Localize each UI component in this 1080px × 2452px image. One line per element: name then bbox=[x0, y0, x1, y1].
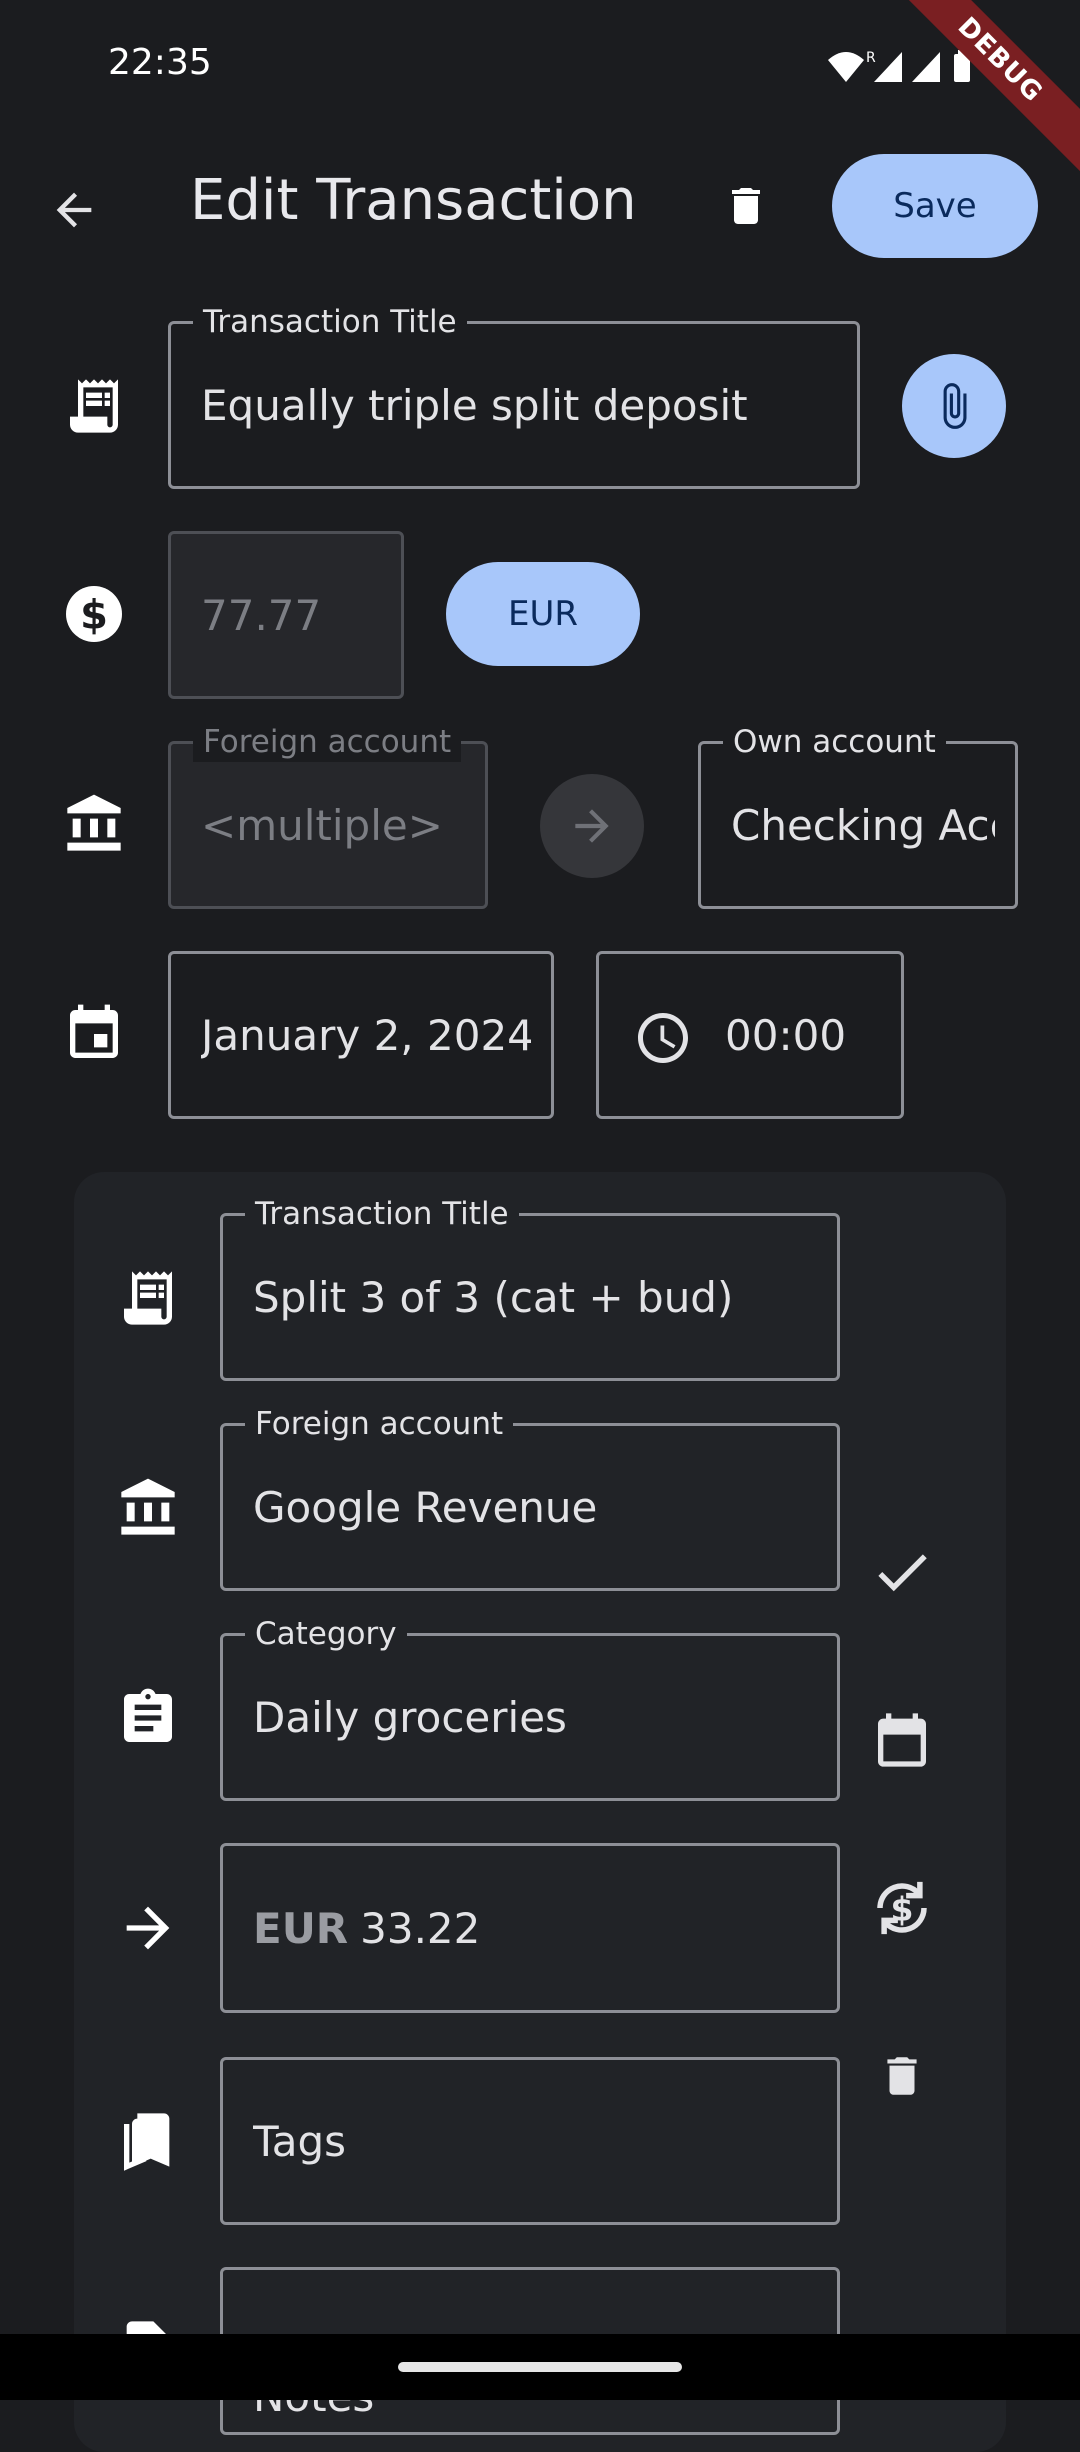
trash-icon bbox=[732, 188, 760, 224]
bank-icon bbox=[67, 794, 121, 851]
foreign-account-field[interactable]: Foreign account <multiple> bbox=[168, 722, 488, 909]
checkmark-icon bbox=[878, 1554, 927, 1592]
reconcile-button[interactable] bbox=[862, 1532, 942, 1612]
time-field[interactable]: 00:00 bbox=[596, 951, 904, 1119]
split-foreign-account-field[interactable]: Foreign account Google Revenue bbox=[220, 1404, 840, 1591]
foreign-account-value: <multiple> bbox=[201, 800, 443, 850]
back-button[interactable] bbox=[34, 170, 114, 250]
split-foreign-account-value: Google Revenue bbox=[253, 1482, 598, 1532]
status-time: 22:35 bbox=[108, 42, 212, 83]
trash-icon bbox=[887, 2057, 917, 2095]
amount-field[interactable]: 77.77 bbox=[168, 531, 404, 699]
bank-icon bbox=[121, 1478, 175, 1535]
own-account-field[interactable]: Own account Checking Account bbox=[698, 722, 1018, 909]
receipt-icon bbox=[70, 379, 118, 433]
save-button[interactable]: Save bbox=[832, 154, 1038, 258]
calendar-outline-icon bbox=[878, 1713, 926, 1767]
transaction-title-value: Equally triple split deposit bbox=[201, 380, 748, 430]
split-tags-field[interactable]: Tags bbox=[220, 2057, 840, 2225]
delete-transaction-button[interactable] bbox=[706, 166, 786, 246]
time-value: 00:00 bbox=[725, 1010, 847, 1060]
split-category-value: Daily groceries bbox=[253, 1692, 567, 1742]
own-account-value: Checking Account bbox=[731, 800, 995, 850]
delete-split-button[interactable] bbox=[862, 2036, 942, 2116]
clipboard-icon bbox=[124, 1688, 172, 1742]
split-tags-value: Tags bbox=[253, 2116, 346, 2166]
receipt-icon bbox=[124, 1271, 172, 1325]
amount-value: 77.77 bbox=[201, 590, 322, 640]
arrow-back-icon bbox=[56, 192, 92, 228]
page-title: Edit Transaction bbox=[190, 168, 637, 233]
split-title-field[interactable]: Transaction Title Split 3 of 3 (cat + bu… bbox=[220, 1194, 840, 1381]
svg-text:$: $ bbox=[891, 1889, 914, 1928]
arrow-forward-icon bbox=[126, 1906, 170, 1950]
attachment-button[interactable] bbox=[902, 354, 1006, 458]
paperclip-icon bbox=[943, 383, 967, 429]
split-category-field[interactable]: Category Daily groceries bbox=[220, 1614, 840, 1801]
swap-direction-button[interactable] bbox=[540, 774, 644, 878]
arrow-forward-icon bbox=[575, 809, 609, 843]
split-amount: EUR 33.22 bbox=[253, 1846, 817, 2010]
svg-text:$: $ bbox=[80, 593, 108, 639]
roaming-r-icon: R bbox=[866, 50, 876, 66]
calendar-icon bbox=[70, 1004, 118, 1058]
date-field[interactable]: January 2, 2024 bbox=[168, 951, 554, 1119]
home-gesture-handle[interactable] bbox=[398, 2362, 682, 2372]
split-title-value: Split 3 of 3 (cat + bud) bbox=[253, 1272, 734, 1322]
currency-button[interactable]: EUR bbox=[446, 562, 640, 666]
split-amount-value: 33.22 bbox=[360, 1903, 481, 1953]
clock-icon bbox=[638, 1013, 688, 1063]
dollar-circle-icon: $ bbox=[66, 586, 122, 642]
date-value: January 2, 2024 bbox=[201, 1010, 531, 1060]
currency-exchange-icon: $ bbox=[877, 1881, 927, 1935]
split-amount-field[interactable]: EUR 33.22 bbox=[220, 1843, 840, 2013]
currency-exchange-button[interactable]: $ bbox=[862, 1868, 942, 1948]
transaction-title-field[interactable]: Transaction Title Equally triple split d… bbox=[168, 302, 860, 489]
wifi-icon bbox=[828, 52, 864, 82]
split-amount-currency: EUR bbox=[253, 1903, 349, 1953]
tags-icon bbox=[124, 2113, 170, 2171]
split-date-button[interactable] bbox=[862, 1700, 942, 1780]
